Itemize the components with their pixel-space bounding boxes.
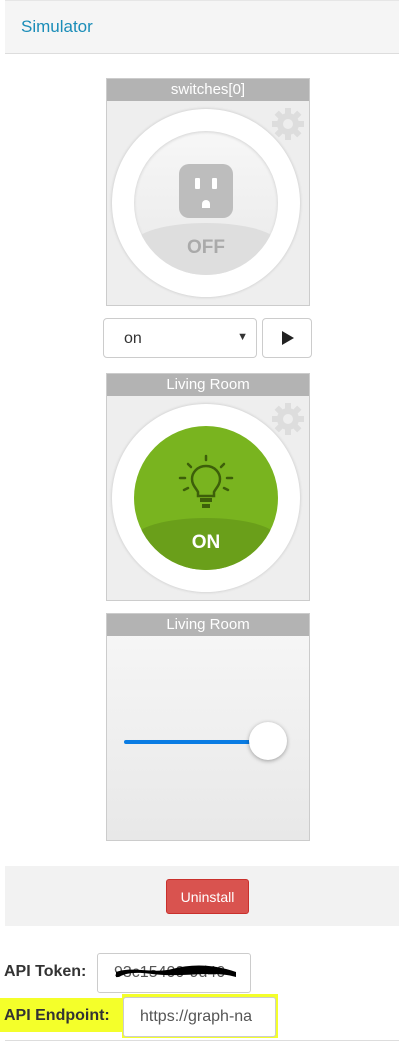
command-select[interactable]: on ▼ xyxy=(103,318,257,358)
switch-state-label: OFF xyxy=(187,237,225,258)
page-title: Simulator xyxy=(21,17,93,36)
simulator-header: Simulator xyxy=(5,0,399,54)
api-endpoint-value: https://graph-na xyxy=(140,1008,253,1025)
footer-bar: Uninstall xyxy=(5,866,399,926)
gear-icon[interactable] xyxy=(271,402,305,436)
slider-track[interactable] xyxy=(124,740,254,744)
switch-control[interactable]: OFF xyxy=(112,109,300,297)
gear-icon[interactable] xyxy=(271,107,305,141)
uninstall-button[interactable]: Uninstall xyxy=(166,879,249,914)
divider xyxy=(5,1040,399,1041)
lightbulb-icon xyxy=(178,454,234,508)
command-select-value: on xyxy=(124,330,142,347)
caret-down-icon: ▼ xyxy=(237,331,248,343)
api-endpoint-field[interactable]: https://graph-na xyxy=(123,997,276,1037)
switch-tile: switches[0] OFF xyxy=(106,78,310,306)
tile-title: Living Room xyxy=(107,374,309,396)
light-tile: Living Room ON xyxy=(106,373,310,601)
dimmer-tile: Living Room xyxy=(106,613,310,841)
play-icon xyxy=(282,331,294,345)
redaction-mark xyxy=(116,965,236,978)
api-endpoint-label: API Endpoint: xyxy=(4,1007,110,1024)
tile-title: Living Room xyxy=(107,614,309,636)
light-state-label: ON xyxy=(191,532,221,553)
api-token-label: API Token: xyxy=(4,963,87,980)
api-token-field[interactable]: 93c15400-9d40 xyxy=(97,953,251,993)
play-button[interactable] xyxy=(262,318,312,358)
outlet-icon xyxy=(179,164,233,218)
light-control[interactable]: ON xyxy=(112,404,300,592)
tile-title: switches[0] xyxy=(107,79,309,101)
slider-handle[interactable] xyxy=(249,722,287,760)
